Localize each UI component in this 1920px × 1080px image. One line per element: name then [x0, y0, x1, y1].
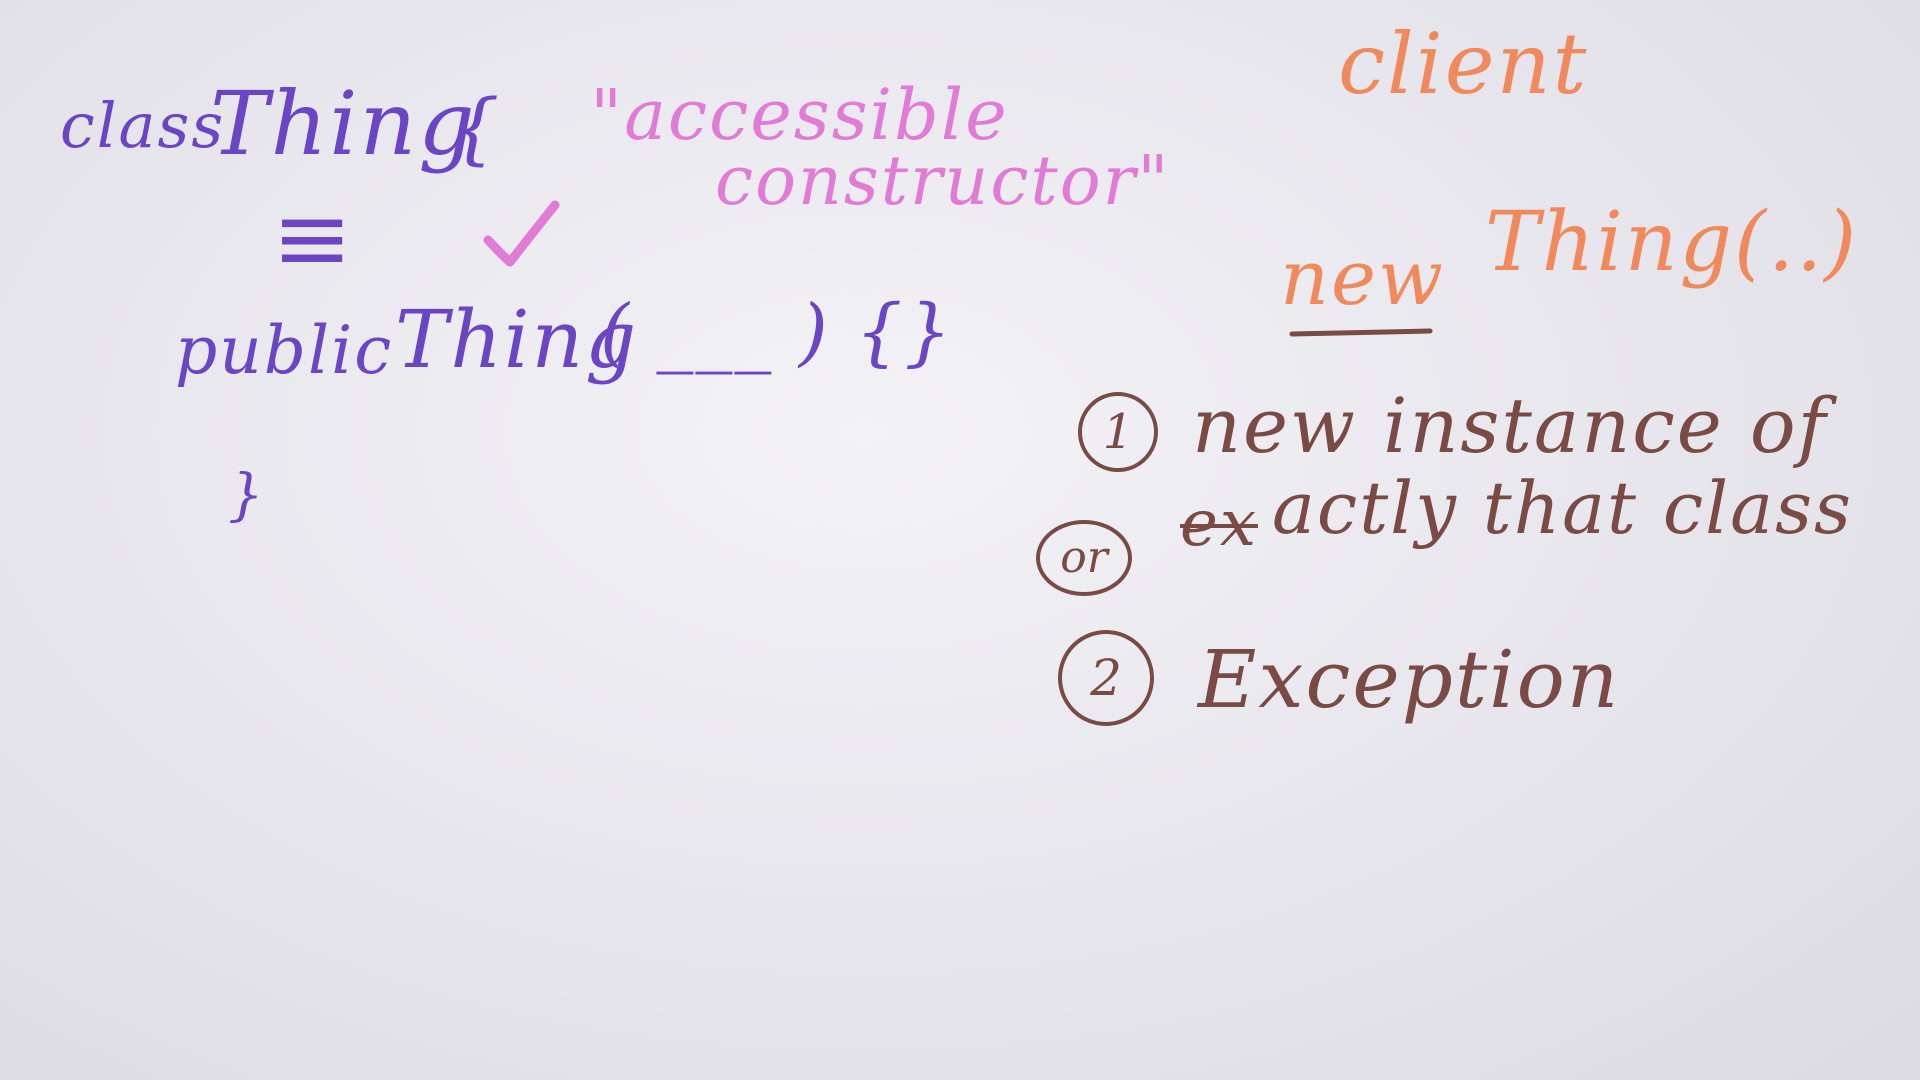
item-1-number: 1 [1078, 392, 1158, 472]
item-1-line1: new instance of [1192, 381, 1828, 470]
or-circle: or [1036, 520, 1132, 596]
whiteboard: class Thing { ≡ public Thing ( ___ ) {} … [0, 0, 1920, 1080]
public-keyword: public [175, 312, 394, 389]
annotation-accessible: "accessible [590, 74, 1009, 156]
new-underline [1289, 328, 1433, 337]
client-label: client [1338, 15, 1589, 113]
class-keyword: class [60, 89, 226, 162]
new-keyword: new [1280, 233, 1445, 322]
class-open-brace: { [450, 84, 502, 174]
or-label: or [1060, 532, 1108, 583]
constructor-params: ( ___ ) {} [600, 289, 954, 375]
new-call: Thing(..) [1485, 195, 1859, 290]
class-close-brace: } [228, 463, 266, 528]
item-1-line2: actly that class [1272, 466, 1853, 550]
item-1-digit: 1 [1102, 404, 1134, 460]
item-2-number: 2 [1058, 630, 1154, 726]
item-2-text: Exception [1198, 633, 1621, 726]
class-name: Thing [210, 72, 477, 175]
check-mark-icon [483, 200, 560, 267]
item-2-digit: 2 [1090, 649, 1122, 707]
annotation-constructor: constructor" [715, 142, 1171, 221]
equivalence-symbol: ≡ [272, 182, 355, 294]
item-1-struck-text: ex [1180, 487, 1258, 561]
